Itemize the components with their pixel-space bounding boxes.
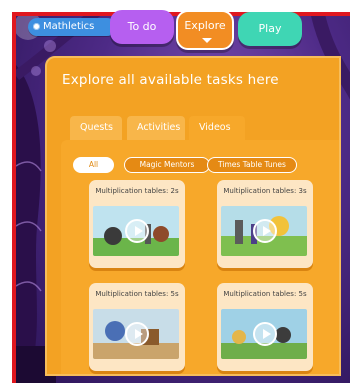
todo-button[interactable]: To do xyxy=(110,10,174,44)
panel-title: Explore all available tasks here xyxy=(62,72,279,88)
play-icon[interactable] xyxy=(253,219,277,243)
explore-button[interactable]: Explore xyxy=(176,10,234,50)
tab-activities[interactable]: Activities xyxy=(127,116,185,140)
play-button[interactable]: Play xyxy=(238,12,302,46)
video-title: Multiplication tables: 2s xyxy=(95,187,179,195)
video-thumbnail[interactable] xyxy=(93,309,179,359)
video-card[interactable]: Multiplication tables: 3s xyxy=(217,180,313,268)
play-icon[interactable] xyxy=(125,219,149,243)
video-card[interactable]: Multiplication tables: 5s xyxy=(89,283,185,371)
filter-all[interactable]: All xyxy=(73,157,114,173)
play-label: Play xyxy=(258,22,282,35)
tab-quests[interactable]: Quests xyxy=(70,116,122,140)
video-title: Multiplication tables: 5s xyxy=(95,290,179,298)
filter-times-table-tunes[interactable]: Times Table Tunes xyxy=(207,157,297,173)
video-card[interactable]: Multiplication tables: 2s xyxy=(89,180,185,268)
video-title: Multiplication tables: 3s xyxy=(223,187,307,195)
video-thumbnail[interactable] xyxy=(93,206,179,256)
video-title: Multiplication tables: 5s xyxy=(223,290,307,298)
video-thumbnail[interactable] xyxy=(221,206,307,256)
mathletics-logo[interactable]: Mathletics xyxy=(28,18,116,36)
explore-label: Explore xyxy=(184,19,226,32)
logo-text: Mathletics xyxy=(43,21,95,32)
video-card[interactable]: Multiplication tables: 5s xyxy=(217,283,313,371)
tab-videos[interactable]: Videos xyxy=(189,116,245,140)
play-icon[interactable] xyxy=(125,322,149,346)
chevron-down-icon xyxy=(202,38,212,43)
play-icon[interactable] xyxy=(253,322,277,346)
video-thumbnail[interactable] xyxy=(221,309,307,359)
todo-label: To do xyxy=(127,20,157,33)
filter-magic-mentors[interactable]: Magic Mentors xyxy=(124,157,210,173)
globe-icon xyxy=(31,21,42,32)
